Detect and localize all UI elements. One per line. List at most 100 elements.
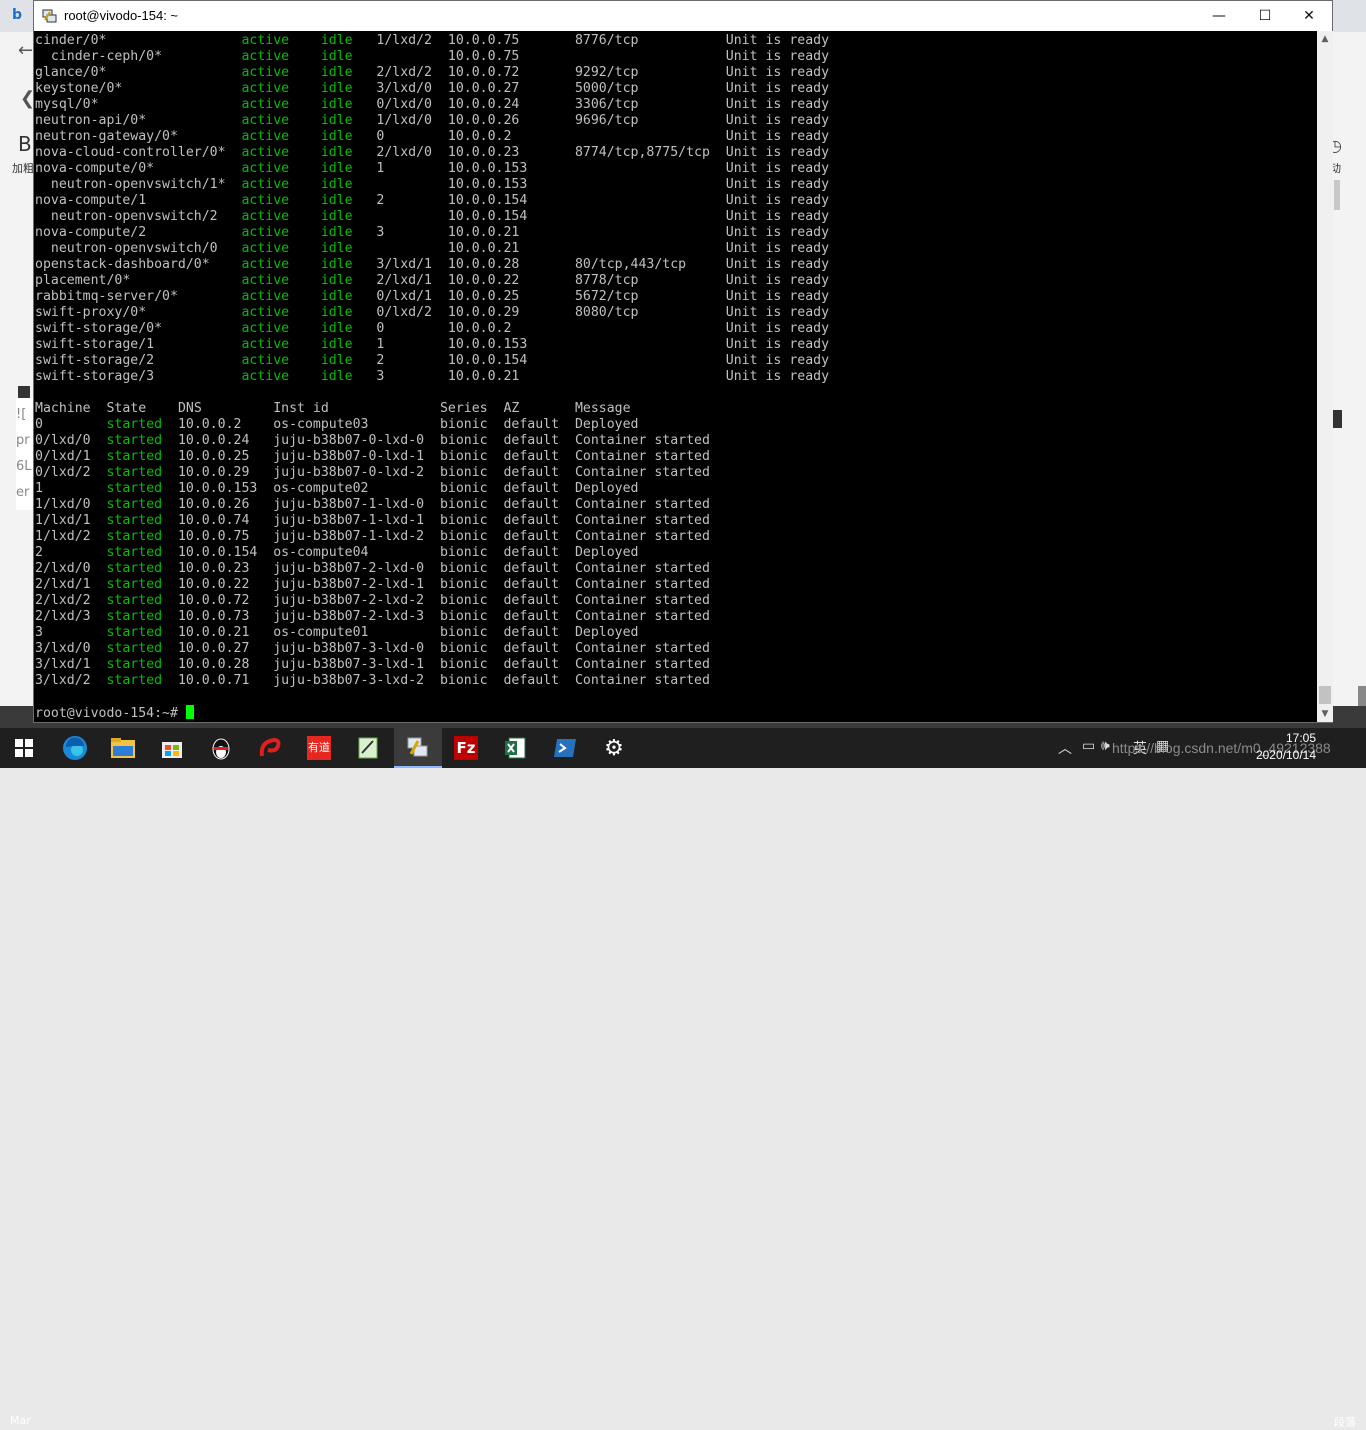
unit-message: Unit is ready [725, 49, 830, 64]
terminal-output[interactable]: cinder/0* active idle 1/lxd/2 10.0.0.75 … [35, 33, 1317, 721]
excel-button[interactable] [491, 728, 539, 768]
machine-series: bionic [439, 593, 504, 608]
maximize-button[interactable]: ☐ [1242, 1, 1288, 31]
unit-row: neutron-gateway/0* active idle 0 10.0.0.… [35, 129, 1317, 145]
machine-series: bionic [439, 481, 504, 496]
machine-message: Deployed [574, 625, 639, 640]
putty-taskbar-button[interactable] [394, 728, 442, 768]
workload-status: active [241, 241, 321, 256]
unit-name: nova-compute/2 [35, 225, 242, 240]
unit-name: openstack-dashboard/0* [35, 257, 242, 272]
settings-button[interactable]: ⚙ [590, 728, 638, 768]
folder-icon [111, 738, 135, 758]
scroll-down-icon[interactable]: ▼ [1317, 706, 1333, 722]
machine-dns: 10.0.0.27 [177, 641, 274, 656]
tray-chevron-icon[interactable]: ︿ [1058, 738, 1072, 758]
agent-status: idle [320, 97, 377, 112]
unit-row: nova-compute/1 active idle 2 10.0.0.154 … [35, 193, 1317, 209]
agent-status: idle [320, 225, 377, 240]
machine-inst-id: juju-b38b07-2-lxd-1 [273, 577, 440, 592]
agent-status: idle [320, 177, 377, 192]
store-button[interactable] [148, 728, 196, 768]
unit-address: 10.0.0.25 [447, 289, 575, 304]
edge-button[interactable] [51, 728, 99, 768]
filezilla-button[interactable]: Fz [442, 728, 490, 768]
preview-line: er [16, 485, 30, 500]
machine-column-header: DNS [177, 401, 274, 416]
youdao-icon: 有道 [307, 736, 331, 760]
unit-message: Unit is ready [725, 305, 830, 320]
unit-name: neutron-openvswitch/2 [35, 209, 242, 224]
workload-status: active [241, 273, 321, 288]
editor-scrollbar[interactable] [1334, 180, 1340, 210]
unit-message: Unit is ready [725, 113, 830, 128]
back-arrow-icon[interactable]: ← [18, 40, 33, 61]
unit-message: Unit is ready [725, 177, 830, 192]
workload-status: active [241, 177, 321, 192]
volume-icon[interactable]: 🕪 [1101, 738, 1110, 754]
workload-status: active [241, 161, 321, 176]
unit-ports [575, 49, 726, 64]
network-icon[interactable]: ▭ [1082, 738, 1095, 754]
agent-status: idle [320, 241, 377, 256]
close-button[interactable]: ✕ [1286, 1, 1332, 31]
machine-column-header: State [106, 401, 178, 416]
machine-id: 1/lxd/2 [35, 529, 107, 544]
window-titlebar[interactable]: root@vivodo-154: ~ — ☐ ✕ [34, 1, 1332, 31]
machine-inst-id: juju-b38b07-3-lxd-0 [273, 641, 440, 656]
unit-address: 10.0.0.2 [447, 129, 575, 144]
machine-id: 1/lxd/0 [35, 497, 107, 512]
unit-ports: 3306/tcp [574, 97, 726, 112]
unit-machine: 2/lxd/1 [376, 273, 448, 288]
unit-message: Unit is ready [725, 97, 830, 112]
terminal-scrollbar[interactable]: ▲ ▼ [1317, 31, 1333, 722]
workload-status: active [241, 49, 321, 64]
bold-icon[interactable]: B [18, 132, 32, 156]
unit-row: openstack-dashboard/0* active idle 3/lxd… [35, 257, 1317, 273]
machine-state: started [106, 465, 178, 480]
file-explorer-button[interactable] [99, 728, 147, 768]
machine-series: bionic [439, 417, 504, 432]
unit-machine: 0/lxd/0 [376, 97, 448, 112]
system-clock[interactable]: 17:05 2020/10/14 [1236, 730, 1316, 764]
minimize-button[interactable]: — [1196, 1, 1242, 31]
unit-name: swift-storage/1 [35, 337, 242, 352]
putty-window: root@vivodo-154: ~ — ☐ ✕ cinder/0* activ… [33, 0, 1333, 723]
editor-scroll-knob[interactable] [1358, 686, 1366, 706]
machine-message: Container started [574, 673, 710, 688]
start-button[interactable] [0, 728, 48, 768]
workload-status: active [241, 65, 321, 80]
machine-id: 3/lxd/2 [35, 673, 107, 688]
edge-icon [63, 736, 87, 760]
scroll-thumb[interactable] [1319, 686, 1331, 704]
notepad-button[interactable] [344, 728, 392, 768]
machine-series: bionic [439, 577, 504, 592]
unit-name: swift-proxy/0* [35, 305, 242, 320]
machine-message: Container started [574, 657, 710, 672]
qq-button[interactable] [197, 728, 245, 768]
unit-message: Unit is ready [725, 257, 830, 272]
machine-az: default [503, 449, 575, 464]
youdao-button[interactable]: 有道 [295, 728, 343, 768]
powershell-button[interactable] [541, 728, 589, 768]
unit-name: neutron-gateway/0* [35, 129, 242, 144]
bing-icon: b [12, 7, 23, 23]
unit-machine: 2 [376, 353, 448, 368]
machine-state: started [106, 641, 178, 656]
text-cursor [185, 705, 194, 719]
unit-address: 10.0.0.22 [447, 273, 575, 288]
unit-row: swift-proxy/0* active idle 0/lxd/2 10.0.… [35, 305, 1317, 321]
unit-machine: 0/lxd/1 [376, 289, 448, 304]
unit-machine: 2/lxd/2 [376, 65, 448, 80]
machine-state: started [106, 609, 178, 624]
scroll-up-icon[interactable]: ▲ [1317, 31, 1333, 47]
machine-az: default [503, 593, 575, 608]
status-right-text: 段落 [1334, 1416, 1356, 1429]
unit-address: 10.0.0.75 [447, 33, 575, 48]
machine-inst-id: juju-b38b07-2-lxd-2 [273, 593, 440, 608]
machine-series: bionic [439, 545, 504, 560]
unit-message: Unit is ready [725, 65, 830, 80]
app-red-button[interactable] [246, 728, 294, 768]
unit-ports: 9292/tcp [574, 65, 726, 80]
unit-name: neutron-openvswitch/0 [35, 241, 242, 256]
